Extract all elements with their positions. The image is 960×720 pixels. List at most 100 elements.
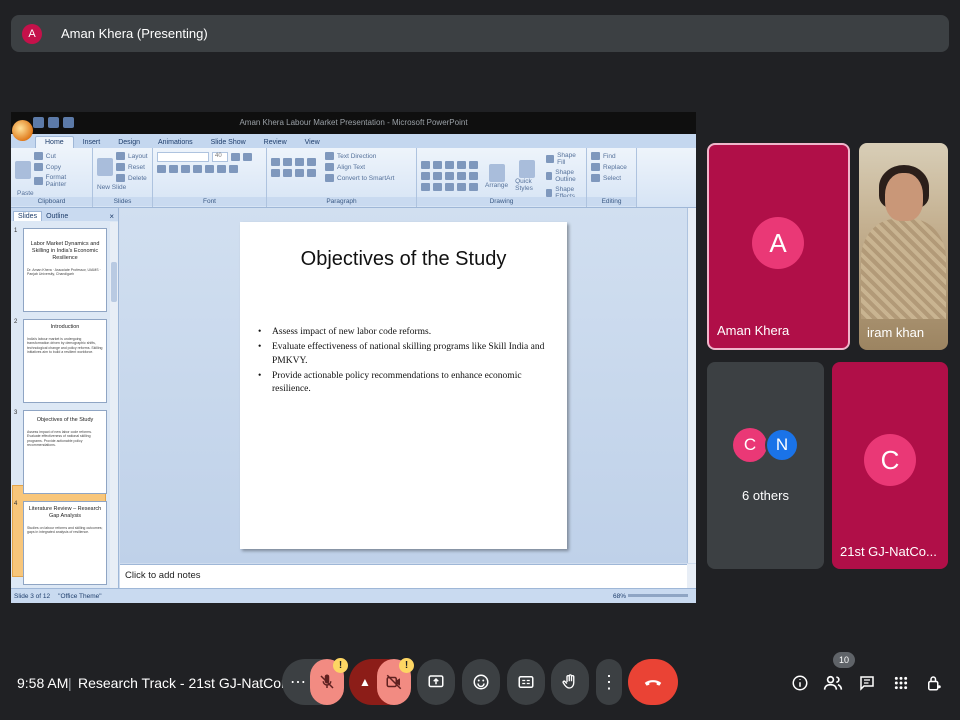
powerpoint-statusbar: Slide 3 of 12 "Office Theme" 68% [11, 588, 696, 603]
arrange-button: Arrange [485, 181, 509, 189]
powerpoint-titlebar: Aman Khera Labour Market Presentation - … [11, 112, 696, 134]
layout-icon [116, 152, 125, 160]
participant-tile-aman[interactable]: A Aman Khera [707, 143, 850, 350]
avatar: C [733, 428, 767, 462]
slide-counter: Slide 3 of 12 [14, 592, 51, 600]
clock: 9:58 AM [17, 675, 69, 691]
video-feed-face [885, 173, 923, 221]
presenter-label: Aman Khera (Presenting) [61, 26, 208, 41]
quick-styles-icon [519, 160, 536, 178]
ribbon-tab-slide-show: Slide Show [210, 139, 246, 146]
participant-tile-others[interactable]: C N 6 others [707, 362, 824, 569]
host-controls-button[interactable] [923, 672, 945, 694]
ribbon-tab-home: Home [35, 136, 74, 148]
powerpoint-workspace: Slides Outline × 1 Labor Market Dynamics… [11, 208, 696, 588]
convert-smartart-button: Convert to SmartArt [337, 174, 395, 182]
participant-tile-iram[interactable]: iram khan [859, 143, 948, 350]
thumb-number: 1 [14, 228, 18, 234]
ribbon-group-font: 40 Font [153, 148, 267, 207]
thumb-card: Literature Review – Research Gap Analysi… [23, 501, 107, 585]
new-slide-icon [97, 158, 113, 176]
avatar: A [752, 217, 804, 269]
people-button[interactable] [822, 672, 844, 694]
raise-hand-button[interactable] [551, 659, 589, 705]
chat-button[interactable] [856, 672, 878, 694]
mic-off-icon [320, 674, 334, 689]
more-vert-icon: ⋮ [600, 672, 618, 692]
thumb-number: 3 [14, 410, 18, 416]
delete-icon [116, 174, 125, 182]
copy-icon [33, 163, 43, 171]
reset-button: Reset [128, 163, 145, 171]
italic-icon [169, 165, 178, 173]
participant-name: Aman Khera [717, 323, 790, 338]
replace-button: Replace [603, 163, 627, 171]
thumb-title: Literature Review – Research Gap Analysi… [28, 506, 102, 519]
copy-button: Copy [45, 163, 61, 171]
camera-off-icon [386, 674, 402, 690]
reset-icon [116, 163, 125, 171]
captions-button[interactable] [507, 659, 545, 705]
slide-scrollbar [687, 208, 696, 563]
apps-grid-icon [894, 676, 908, 690]
others-count-label: 6 others [742, 488, 789, 503]
more-button[interactable]: ⋮ [596, 659, 622, 705]
thumb-card: Objectives of the Study Assess impact of … [23, 410, 107, 494]
emoji-button[interactable] [462, 659, 500, 705]
presenter-avatar: A [22, 23, 42, 44]
slide-bullets: Assess impact of new labor code reforms.… [258, 326, 545, 398]
ribbon-group-clipboard: Cut Copy Format Painter Paste Clipboard [11, 148, 93, 207]
raise-hand-icon [562, 674, 575, 689]
replace-icon [591, 163, 600, 171]
ribbon-group-slides: Layout Reset Delete New Slide Slides [93, 148, 153, 207]
participant-tile-gj[interactable]: C 21st GJ-NatCo... [832, 362, 948, 569]
thumb-title: Introduction [50, 324, 80, 330]
smartart-icon [325, 174, 334, 182]
meeting-controls-bar: 9:58 AM | Research Track - 21st GJ-NatCo… [0, 650, 960, 720]
video-feed-scarf [861, 219, 946, 319]
thumb-card: Labor Market Dynamics and Skilling in In… [23, 228, 107, 312]
shape-fill-button: Shape Fill [557, 152, 576, 166]
paragraph-group-label: Paragraph [267, 197, 416, 206]
ribbon-tabs: Home Insert Design Animations Slide Show Revi… [11, 134, 696, 148]
align-text-icon [325, 163, 334, 171]
ribbon-tab-view: View [304, 139, 320, 146]
more-options-icon[interactable]: ⋯ [290, 672, 307, 692]
delete-button: Delete [128, 174, 147, 182]
chevron-up-icon[interactable]: ▲ [359, 675, 371, 689]
shared-screen: Aman Khera Labour Market Presentation - … [11, 112, 696, 603]
new-slide-label: New Slide [97, 184, 127, 191]
font-group-label: Font [153, 197, 266, 206]
format-painter-icon [33, 177, 43, 185]
present-button[interactable] [417, 659, 455, 705]
thumb-title: Objectives of the Study [36, 417, 94, 423]
avatar: N [765, 428, 799, 462]
meeting-info-button[interactable] [789, 672, 811, 694]
activities-button[interactable] [890, 672, 912, 694]
title-divider: | [68, 675, 72, 691]
slide-bullet: Provide actionable policy recommendation… [258, 370, 545, 397]
ribbon: Cut Copy Format Painter Paste Clipboard … [11, 148, 696, 208]
info-icon [792, 675, 808, 691]
tab-outline: Outline [46, 213, 69, 220]
leave-call-button[interactable] [628, 659, 678, 705]
quick-styles-button: Quick Styles [515, 178, 533, 192]
underline-icon [181, 165, 190, 173]
thumb-title: Labor Market Dynamics and Skilling in In… [30, 241, 100, 261]
chat-icon [860, 676, 874, 691]
paste-label: Paste [17, 190, 34, 197]
slide-bullet: Assess impact of new labor code reforms. [258, 326, 545, 340]
powerpoint-window-title: Aman Khera Labour Market Presentation - … [239, 118, 468, 127]
meet-window: A Aman Khera (Presenting) Aman Khera Lab… [0, 0, 960, 720]
avatar: C [864, 434, 916, 486]
participant-name: iram khan [867, 325, 925, 340]
presenter-bar: A Aman Khera (Presenting) [11, 15, 949, 52]
camera-warning-icon: ! [399, 658, 414, 673]
paste-icon [15, 161, 31, 179]
editing-group-label: Editing [587, 197, 636, 206]
select-button: Select [603, 174, 622, 182]
people-icon [823, 675, 843, 690]
font-name-box [157, 152, 209, 162]
thumb-card: Introduction India's labour market is und… [23, 319, 107, 403]
theme-name: "Office Theme" [58, 592, 102, 600]
